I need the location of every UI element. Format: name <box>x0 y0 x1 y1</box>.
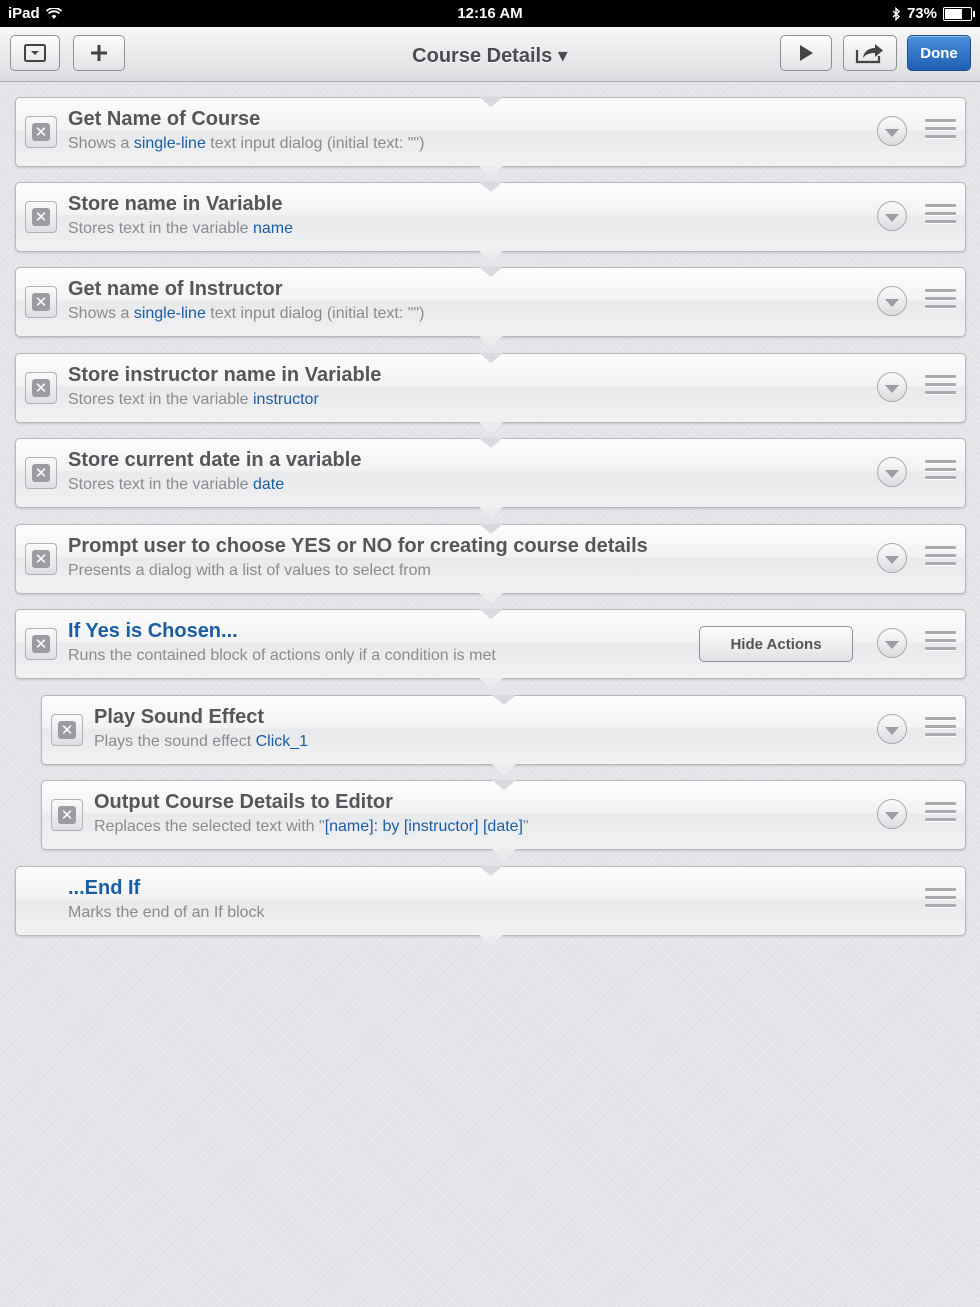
reorder-handle-icon[interactable] <box>925 546 956 572</box>
delete-action-button[interactable]: ✕ <box>25 201 57 233</box>
reorder-handle-icon[interactable] <box>925 375 956 401</box>
reorder-handle-icon[interactable] <box>925 888 956 914</box>
action-prompt-yes-no[interactable]: ✕ Prompt user to choose YES or NO for cr… <box>15 524 966 604</box>
battery-percent: 73% <box>906 5 937 22</box>
expand-options-button[interactable] <box>877 201 907 231</box>
expand-options-button[interactable] <box>877 116 907 146</box>
chevron-down-icon <box>885 384 899 393</box>
action-output-course-details[interactable]: ✕ Output Course Details to Editor Replac… <box>41 780 966 860</box>
chevron-down-icon <box>885 298 899 307</box>
action-description: Marks the end of an If block <box>68 904 265 921</box>
chevron-down-icon <box>885 213 899 222</box>
delete-action-button[interactable]: ✕ <box>51 799 83 831</box>
expand-options-button[interactable] <box>877 286 907 316</box>
delete-action-button[interactable]: ✕ <box>25 372 57 404</box>
expand-options-button[interactable] <box>877 799 907 829</box>
action-title: Play Sound Effect <box>94 706 265 728</box>
delete-action-button[interactable]: ✕ <box>25 543 57 575</box>
action-store-name-in-variable[interactable]: ✕ Store name in Variable Stores text in … <box>15 182 966 262</box>
action-title: Get name of Instructor <box>68 278 283 300</box>
parameter-link[interactable]: Click_1 <box>256 733 308 750</box>
reorder-handle-icon[interactable] <box>925 460 956 486</box>
reorder-handle-icon[interactable] <box>925 631 956 657</box>
close-icon: ✕ <box>32 123 50 141</box>
close-icon: ✕ <box>32 464 50 482</box>
toolbar: Course Details ▾ Done <box>0 27 980 82</box>
expand-options-button[interactable] <box>877 714 907 744</box>
close-icon: ✕ <box>32 635 50 653</box>
delete-action-button[interactable]: ✕ <box>25 457 57 489</box>
action-title: Store name in Variable <box>68 193 283 215</box>
action-description: Runs the contained block of actions only… <box>68 647 496 664</box>
action-store-instructor-name[interactable]: ✕ Store instructor name in Variable Stor… <box>15 353 966 433</box>
action-description: Shows a single-line text input dialog (i… <box>68 135 425 152</box>
reorder-handle-icon[interactable] <box>925 717 956 743</box>
action-description: Replaces the selected text with "[name]:… <box>94 818 529 835</box>
reorder-handle-icon[interactable] <box>925 204 956 230</box>
action-title: Store instructor name in Variable <box>68 364 382 386</box>
delete-action-button[interactable]: ✕ <box>25 116 57 148</box>
reorder-handle-icon[interactable] <box>925 119 956 145</box>
action-get-name-of-instructor[interactable]: ✕ Get name of Instructor Shows a single-… <box>15 267 966 347</box>
action-description: Stores text in the variable name <box>68 220 294 237</box>
delete-action-button[interactable]: ✕ <box>25 628 57 660</box>
close-icon: ✕ <box>32 379 50 397</box>
expand-options-button[interactable] <box>877 628 907 658</box>
action-get-name-of-course[interactable]: ✕ Get Name of Course Shows a single-line… <box>15 97 966 177</box>
parameter-link[interactable]: date <box>253 476 284 493</box>
chevron-down-icon <box>885 811 899 820</box>
action-end-if[interactable]: ...End If Marks the end of an If block <box>15 866 966 946</box>
chevron-down-icon <box>885 469 899 478</box>
action-title: Output Course Details to Editor <box>94 791 393 813</box>
delete-action-button[interactable]: ✕ <box>51 714 83 746</box>
status-right: 73% <box>892 5 975 22</box>
status-bar: iPad 12:16 AM 73% <box>0 0 980 27</box>
action-title: Prompt user to choose YES or NO for crea… <box>68 535 648 557</box>
run-button[interactable] <box>780 35 832 71</box>
expand-options-button[interactable] <box>877 457 907 487</box>
page-title[interactable]: Course Details ▾ <box>0 43 980 68</box>
action-title: ...End If <box>68 877 141 899</box>
close-icon: ✕ <box>32 293 50 311</box>
delete-action-button[interactable]: ✕ <box>25 286 57 318</box>
expand-options-button[interactable] <box>877 372 907 402</box>
close-icon: ✕ <box>58 806 76 824</box>
close-icon: ✕ <box>32 208 50 226</box>
parameter-link[interactable]: [name]: by [instructor] [date] <box>325 818 523 835</box>
action-if-yes-chosen[interactable]: ✕ If Yes is Chosen... Runs the contained… <box>15 609 966 689</box>
chevron-down-icon <box>885 726 899 735</box>
bluetooth-icon <box>892 6 900 21</box>
close-icon: ✕ <box>58 721 76 739</box>
action-description: Shows a single-line text input dialog (i… <box>68 305 425 322</box>
action-title: Get Name of Course <box>68 108 261 130</box>
battery-icon <box>943 6 975 21</box>
close-icon: ✕ <box>32 550 50 568</box>
parameter-link[interactable]: instructor <box>253 391 319 408</box>
title-dropdown-icon: ▾ <box>557 45 568 67</box>
action-store-current-date[interactable]: ✕ Store current date in a variable Store… <box>15 438 966 518</box>
action-description: Stores text in the variable date <box>68 476 285 493</box>
reorder-handle-icon[interactable] <box>925 802 956 828</box>
action-title: If Yes is Chosen... <box>68 620 238 642</box>
parameter-link[interactable]: single-line <box>134 135 206 152</box>
action-description: Plays the sound effect Click_1 <box>94 733 309 750</box>
action-description: Stores text in the variable instructor <box>68 391 319 408</box>
page-title-text: Course Details <box>412 45 553 67</box>
done-button[interactable]: Done <box>907 35 971 71</box>
hide-actions-button[interactable]: Hide Actions <box>699 626 853 662</box>
share-button[interactable] <box>843 35 897 71</box>
action-title: Store current date in a variable <box>68 449 362 471</box>
chevron-down-icon <box>885 640 899 649</box>
share-icon <box>855 44 883 64</box>
chevron-down-icon <box>885 128 899 137</box>
status-time: 12:16 AM <box>457 5 523 22</box>
action-play-sound-effect[interactable]: ✕ Play Sound Effect Plays the sound effe… <box>41 695 966 775</box>
play-icon <box>800 45 813 61</box>
parameter-link[interactable]: name <box>253 220 293 237</box>
action-description: Presents a dialog with a list of values … <box>68 562 431 579</box>
expand-options-button[interactable] <box>877 543 907 573</box>
chevron-down-icon <box>885 555 899 564</box>
reorder-handle-icon[interactable] <box>925 289 956 315</box>
parameter-link[interactable]: single-line <box>134 305 206 322</box>
